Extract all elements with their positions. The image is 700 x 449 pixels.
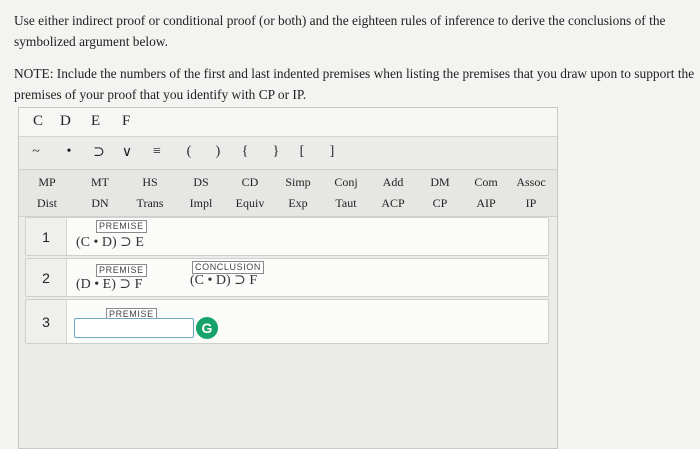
rule-impl-button[interactable]: Impl [178, 196, 224, 211]
tilde-button[interactable]: ~ [26, 144, 46, 160]
close-bracket-button[interactable]: ] [322, 144, 342, 160]
wedge-button[interactable]: ∨ [117, 144, 137, 161]
rule-hs-button[interactable]: HS [127, 175, 173, 190]
rule-dn-button[interactable]: DN [77, 196, 123, 211]
rule-ip-button[interactable]: IP [508, 196, 554, 211]
rule-add-button[interactable]: Add [370, 175, 416, 190]
instructions: Use either indirect proof or conditional… [14, 10, 694, 52]
note-line-2: premises of your proof that you identify… [14, 87, 307, 102]
instruction-line-1: Use either indirect proof or conditional… [14, 13, 666, 28]
open-brace-button[interactable]: { [235, 144, 255, 160]
rules-toolbar: MP MT HS DS CD Simp Conj Add DM Com Asso… [19, 169, 557, 217]
close-brace-button[interactable]: } [266, 144, 286, 160]
proof-line-3[interactable]: 3 PREMISE G [25, 299, 549, 344]
dot-button[interactable]: • [59, 144, 79, 160]
horseshoe-button[interactable]: ⊃ [89, 144, 109, 161]
letter-e-button[interactable]: E [91, 113, 100, 130]
triple-bar-button[interactable]: ≡ [147, 144, 167, 160]
grammarly-icon[interactable]: G [196, 317, 218, 339]
letter-toolbar: C D E F [19, 108, 557, 137]
rule-mp-button[interactable]: MP [24, 175, 70, 190]
proof-line-2[interactable]: 2 PREMISE (D • E) ⊃ F CONCLUSION (C • D)… [25, 258, 549, 297]
formula-input[interactable] [74, 318, 194, 338]
rule-equiv-button[interactable]: Equiv [227, 196, 273, 211]
rule-taut-button[interactable]: Taut [323, 196, 369, 211]
open-bracket-button[interactable]: [ [292, 144, 312, 160]
rule-simp-button[interactable]: Simp [275, 175, 321, 190]
letter-d-button[interactable]: D [60, 113, 71, 130]
premise-tag: PREMISE [96, 220, 147, 233]
rule-acp-button[interactable]: ACP [370, 196, 416, 211]
premise-formula: (D • E) ⊃ F [76, 277, 143, 292]
conclusion-formula: (C • D) ⊃ F [190, 273, 258, 288]
rule-dist-button[interactable]: Dist [24, 196, 70, 211]
rule-conj-button[interactable]: Conj [323, 175, 369, 190]
instruction-line-2: symbolized argument below. [14, 34, 168, 49]
line-number: 1 [26, 218, 67, 255]
rule-cd-button[interactable]: CD [227, 175, 273, 190]
rule-assoc-button[interactable]: Assoc [508, 175, 554, 190]
proof-line-1[interactable]: 1 PREMISE (C • D) ⊃ E [25, 217, 549, 256]
symbol-toolbar: ~ • ⊃ ∨ ≡ ( ) { } [ ] [19, 144, 557, 168]
line-number: 2 [26, 259, 67, 296]
rule-mt-button[interactable]: MT [77, 175, 123, 190]
open-paren-button[interactable]: ( [179, 144, 199, 160]
close-paren-button[interactable]: ) [208, 144, 228, 160]
note-line-1: NOTE: Include the numbers of the first a… [14, 66, 695, 81]
line-number: 3 [26, 300, 67, 343]
rule-aip-button[interactable]: AIP [463, 196, 509, 211]
rule-trans-button[interactable]: Trans [127, 196, 173, 211]
letter-c-button[interactable]: C [33, 113, 43, 130]
premise-formula: (C • D) ⊃ E [76, 235, 144, 250]
rule-com-button[interactable]: Com [463, 175, 509, 190]
letter-f-button[interactable]: F [122, 113, 130, 130]
note: NOTE: Include the numbers of the first a… [14, 63, 698, 105]
rule-cp-button[interactable]: CP [417, 196, 463, 211]
rule-exp-button[interactable]: Exp [275, 196, 321, 211]
proof-panel: C D E F ~ • ⊃ ∨ ≡ ( ) { } [ ] MP MT HS D… [18, 107, 558, 449]
rule-ds-button[interactable]: DS [178, 175, 224, 190]
rule-dm-button[interactable]: DM [417, 175, 463, 190]
